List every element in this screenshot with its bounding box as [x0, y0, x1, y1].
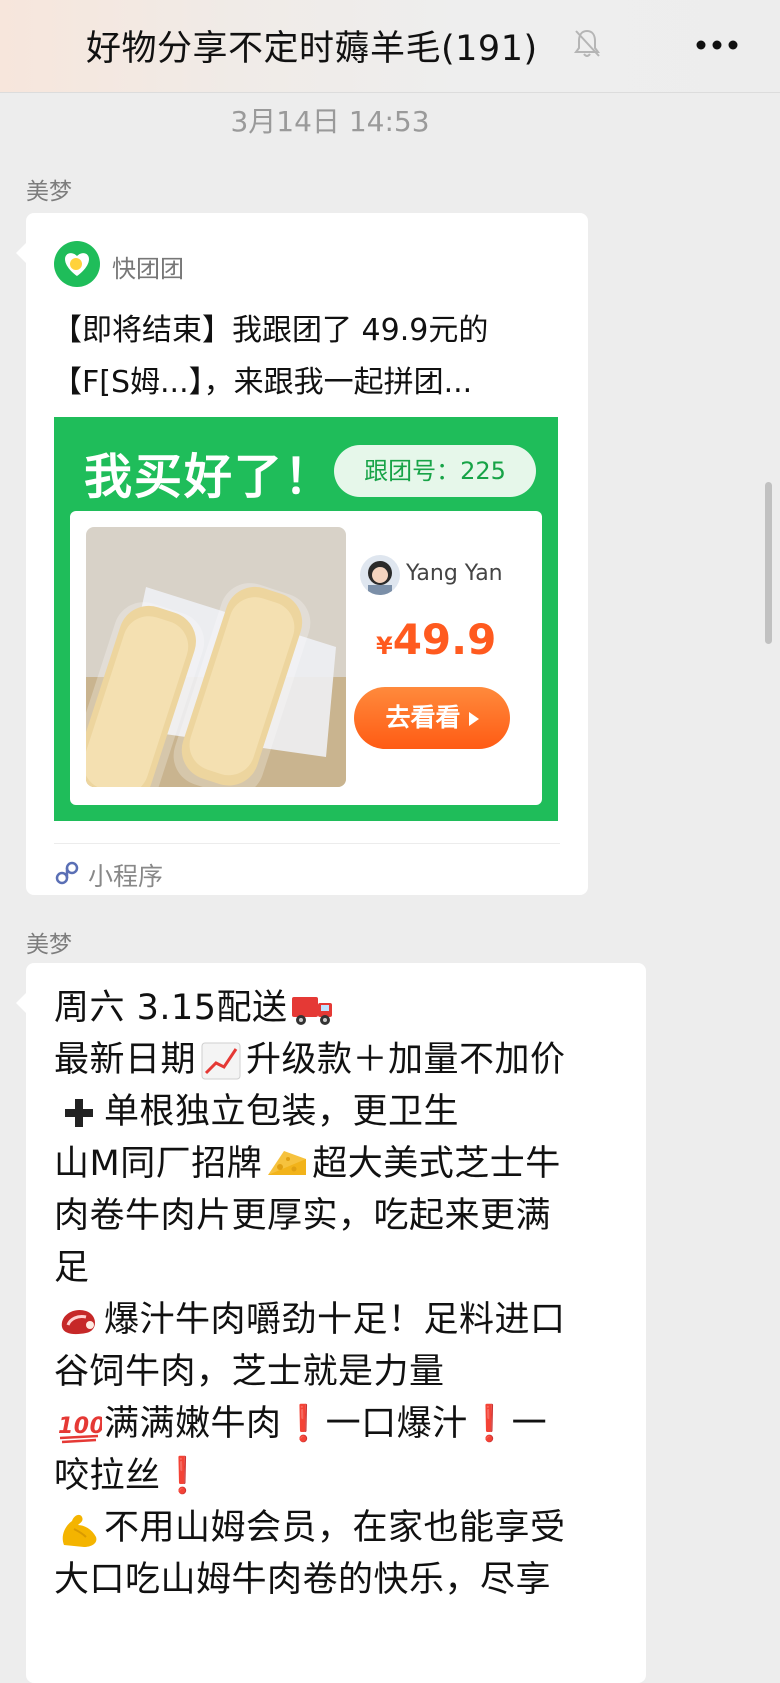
- price-symbol: ¥: [376, 632, 393, 660]
- message-line: 咬拉丝❗: [54, 1447, 205, 1498]
- line-text: 周六 3.15配送: [54, 988, 288, 1028]
- line-text: 单根独立包装，更卫生: [104, 1092, 460, 1132]
- card-description: 【即将结束】我跟团了 49.9元的 【F[S姆...】，来跟我一起拼团...: [52, 305, 572, 409]
- chat-title: 好物分享不定时薅羊毛(191): [86, 29, 538, 69]
- line-text: 不用山姆会员，在家也能享受: [104, 1508, 566, 1548]
- mini-program-card[interactable]: 快团团 【即将结束】我跟团了 49.9元的 【F[S姆...】，来跟我一起拼团.…: [16, 213, 588, 895]
- line-text: 山M同厂招牌: [54, 1144, 263, 1184]
- message-line: 大口吃山姆牛肉卷的快乐，尽享: [54, 1551, 551, 1602]
- text-message-bubble[interactable]: 周六 3.15配送 最新日期 升级款＋加量不加价 单根独立包装，更卫生 山M同厂招…: [16, 963, 646, 1683]
- line-text: 升级款＋加量不加价: [246, 1040, 566, 1080]
- view-button-label: 去看看: [385, 703, 461, 732]
- delivery-truck-icon: [291, 997, 332, 1025]
- bell-slash-icon: [574, 29, 600, 57]
- play-arrow-icon: [468, 712, 479, 726]
- card-divider: [54, 843, 560, 844]
- message-line: 单根独立包装，更卫生: [54, 1083, 459, 1134]
- more-dots-icon[interactable]: [694, 38, 740, 52]
- chart-increasing-icon: [201, 1042, 241, 1080]
- promo-banner[interactable]: 我买好了！ 跟团号：225 Yang Yan ¥49.9 去看看: [54, 417, 558, 821]
- line-text: 爆汁牛肉嚼劲十足！足料进口: [104, 1300, 566, 1340]
- message-timestamp: 3月14日 14:53: [230, 105, 430, 138]
- buyer-name: Yang Yan: [406, 561, 503, 586]
- message-line: 100 满满嫩牛肉❗一口爆汁❗一: [54, 1395, 547, 1446]
- line-text: 大口吃山姆牛肉卷的快乐，尽享: [54, 1560, 552, 1600]
- card-text-line: 【即将结束】我跟团了 49.9元的: [52, 313, 489, 348]
- group-number-badge: 跟团号：225: [334, 445, 536, 497]
- message-line: 足: [54, 1239, 90, 1290]
- price-value: 49.9: [392, 615, 497, 664]
- product-panel: Yang Yan ¥49.9 去看看: [70, 511, 542, 805]
- chat-header: 好物分享不定时薅羊毛(191): [0, 0, 780, 93]
- line-text: 超大美式芝士牛: [312, 1144, 561, 1184]
- message-line: 不用山姆会员，在家也能享受: [54, 1499, 566, 1550]
- message-line: 肉卷牛肉片更厚实，吃起来更满: [54, 1187, 551, 1238]
- line-text: 肉卷牛肉片更厚实，吃起来更满: [54, 1196, 552, 1236]
- message-line: 山M同厂招牌 超大美式芝士牛: [54, 1135, 561, 1186]
- cheese-wedge-icon: [268, 1151, 307, 1175]
- product-price: ¥49.9: [376, 615, 496, 664]
- scrollbar-thumb[interactable]: [765, 482, 772, 644]
- heavy-plus-icon: [65, 1099, 93, 1127]
- card-text-line: 【F[S姆...】，来跟我一起拼团...: [52, 365, 473, 400]
- mini-program-label: 小程序: [88, 862, 164, 891]
- message-line: 最新日期 升级款＋加量不加价: [54, 1031, 566, 1082]
- line-text: 满满嫩牛肉❗一口爆汁❗一: [104, 1404, 548, 1444]
- sender-name: 美梦: [26, 179, 72, 205]
- message-line: 谷饲牛肉，芝士就是力量: [54, 1343, 445, 1394]
- kuaituantuan-logo-icon: [54, 241, 100, 287]
- avatar: [360, 555, 400, 595]
- cut-of-meat-icon: [61, 1309, 95, 1335]
- message-line: 周六 3.15配送: [54, 979, 338, 1030]
- line-text: 谷饲牛肉，芝士就是力量: [54, 1352, 445, 1392]
- hundred-points-icon: 100: [58, 1414, 102, 1444]
- sender-name: 美梦: [26, 932, 72, 958]
- product-photo: [86, 527, 346, 787]
- banner-headline: 我买好了！: [84, 449, 335, 505]
- line-text: 最新日期: [54, 1040, 197, 1080]
- flexed-biceps-icon: [62, 1514, 97, 1547]
- message-line: 爆汁牛肉嚼劲十足！足料进口: [54, 1291, 566, 1342]
- line-text: 足: [54, 1248, 90, 1288]
- line-text: 咬拉丝❗: [54, 1456, 205, 1496]
- mini-program-link-icon: [55, 861, 79, 885]
- view-button[interactable]: 去看看: [354, 687, 510, 749]
- brand-name: 快团团: [112, 255, 184, 283]
